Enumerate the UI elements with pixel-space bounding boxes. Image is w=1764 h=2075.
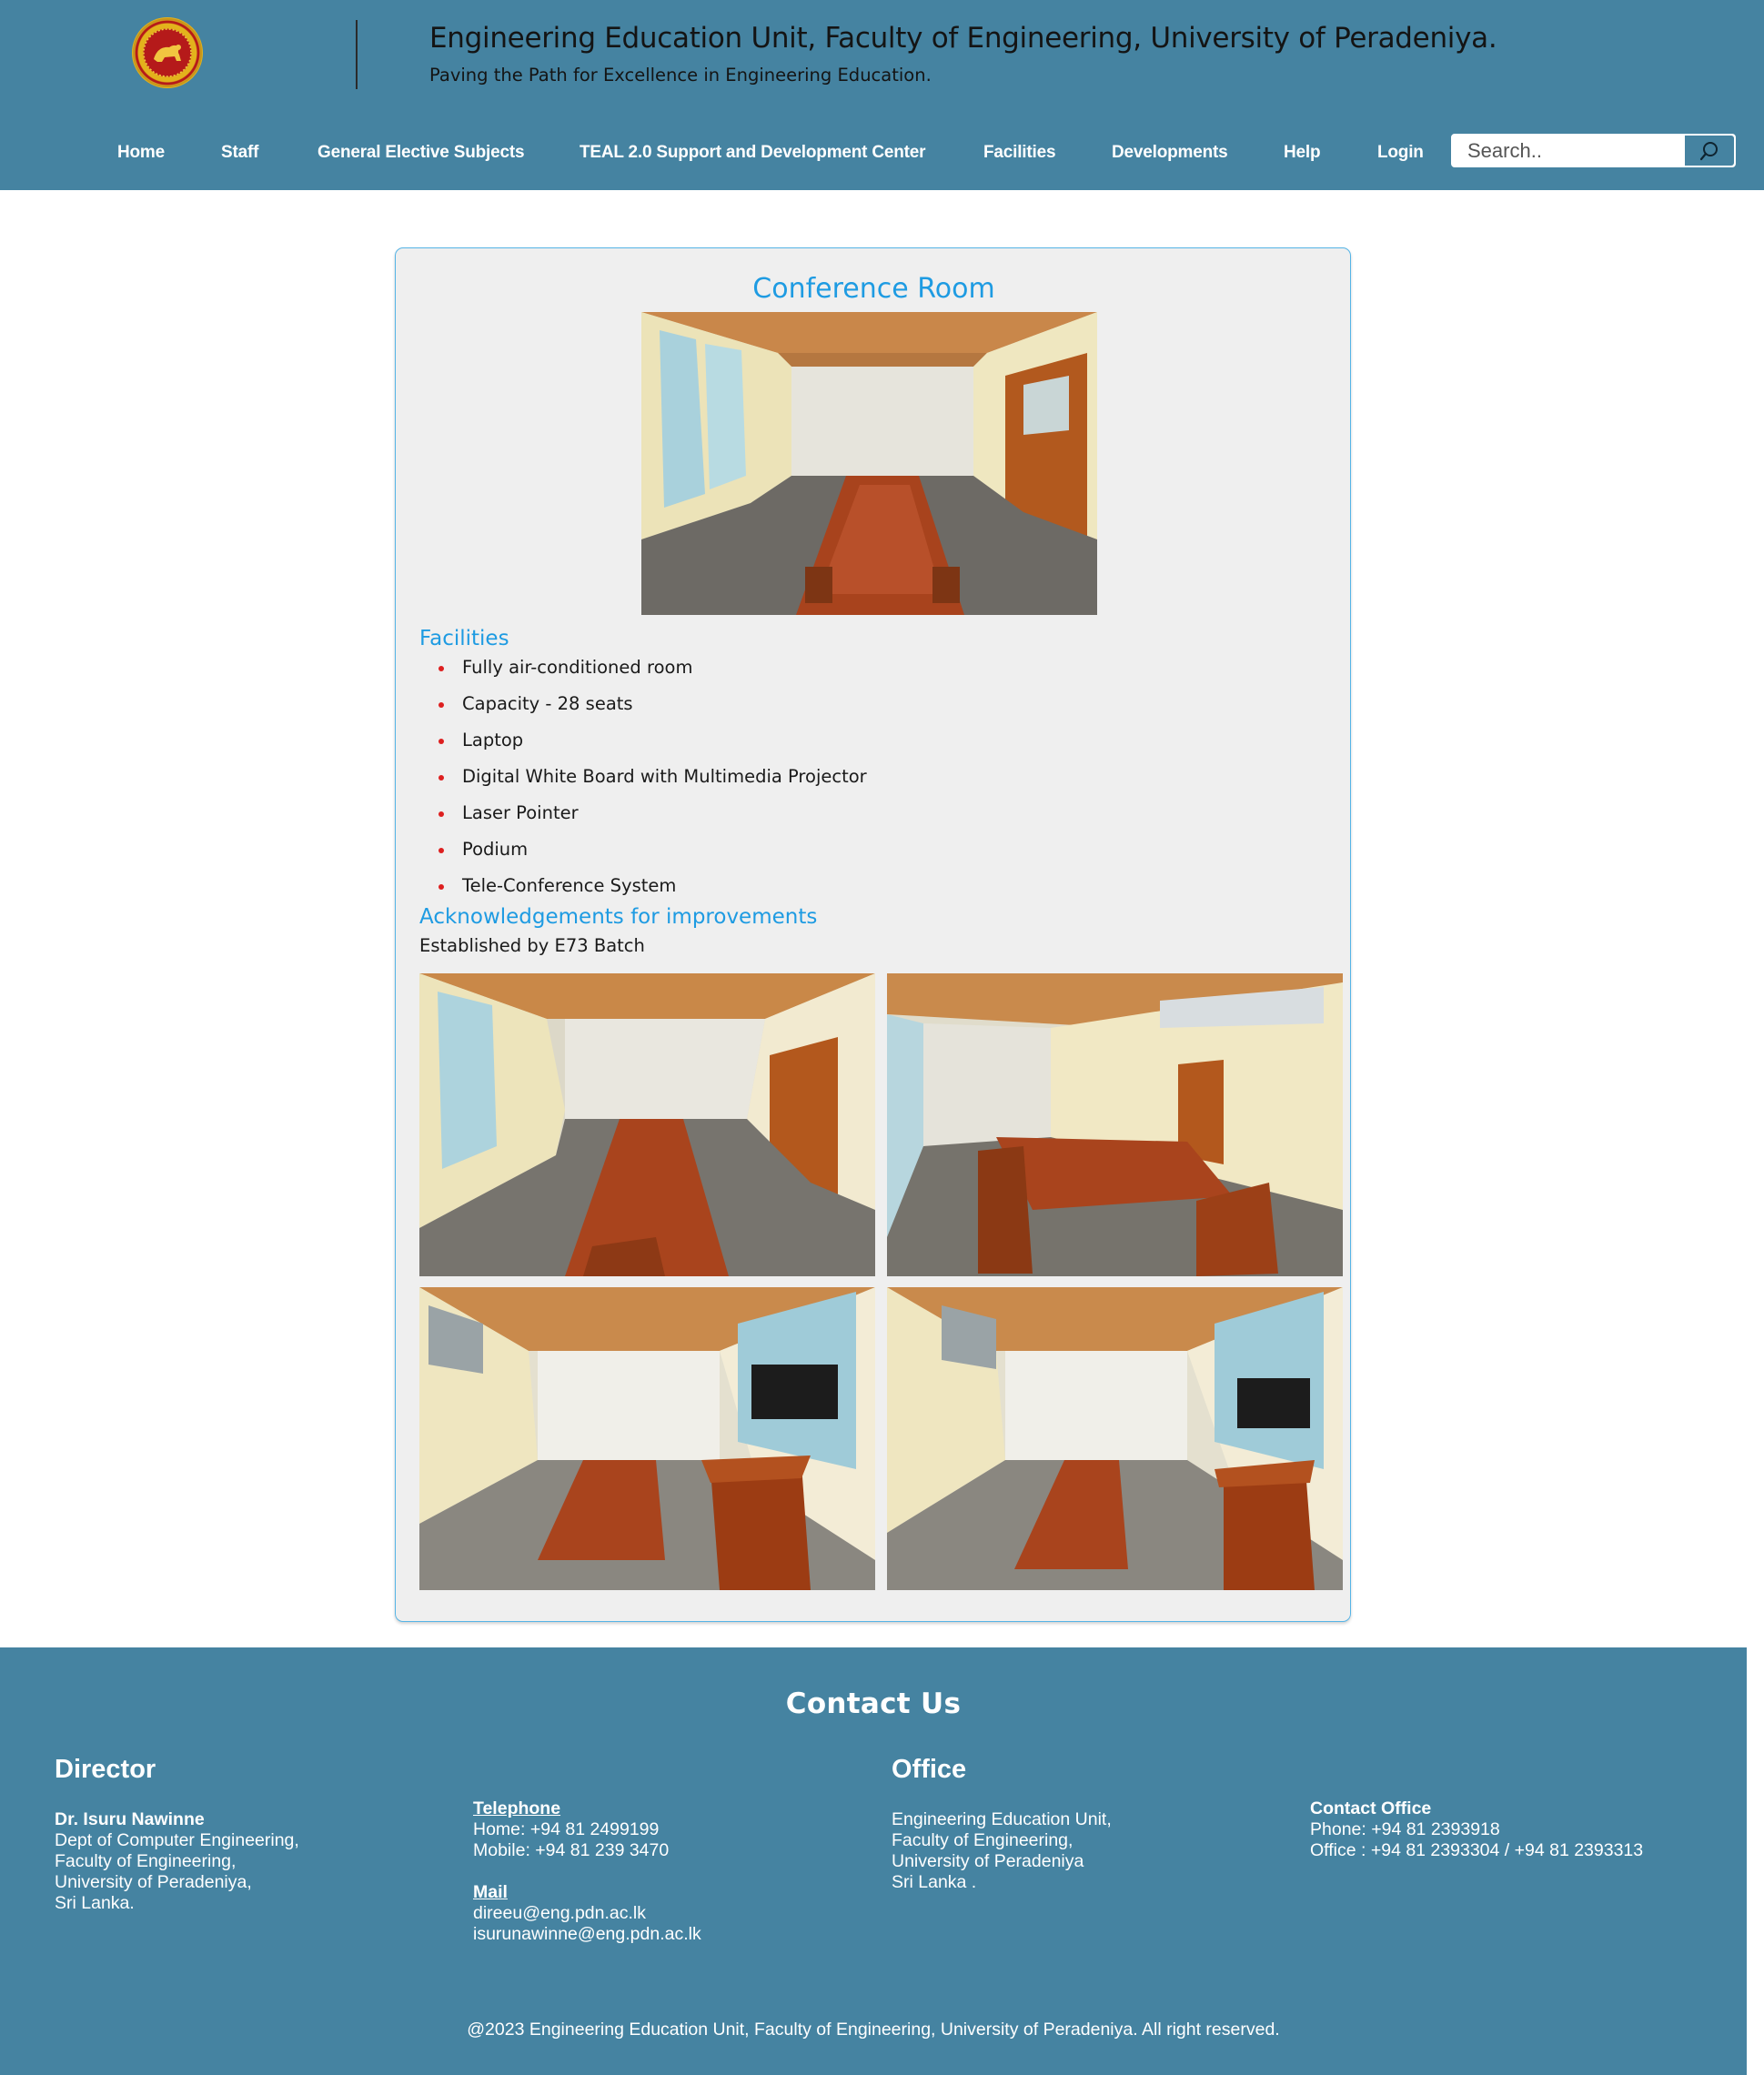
office-line: Engineering Education Unit, [892,1809,1112,1829]
telephone-mobile[interactable]: Mobile: +94 81 239 3470 [473,1840,669,1861]
site-title: Engineering Education Unit, Faculty of E… [429,22,1497,55]
mail-label: Mail [473,1882,508,1902]
director-line: University of Peradeniya, [55,1872,252,1892]
facility-label: Laptop [462,730,524,750]
list-item: Fully air-conditioned room [419,650,867,686]
office-heading: Office [892,1755,967,1784]
list-item: Laser Pointer [419,795,867,831]
facility-label: Podium [462,839,529,860]
director-line: Faculty of Engineering, [55,1851,237,1871]
telephone-details: Telephone Home: +94 81 2499199 Mobile: +… [473,1798,669,1861]
gallery-photo-4 [887,1287,1343,1590]
search-input[interactable] [1453,136,1686,166]
nav-item-login[interactable]: Login [1377,143,1424,163]
office-details: Engineering Education Unit, Faculty of E… [892,1809,1112,1893]
facility-label: Laser Pointer [462,802,579,823]
list-item: Capacity - 28 seats [419,686,867,722]
mail-details: Mail direeu@eng.pdn.ac.lk isurunawinne@e… [473,1882,701,1945]
bullet-dot [438,848,444,853]
nav-item-staff[interactable]: Staff [221,143,258,163]
bullet-dot [438,811,444,817]
list-item: Tele-Conference System [419,868,867,904]
director-heading: Director [55,1755,156,1784]
site-header: Engineering Education Unit, Faculty of E… [0,0,1764,111]
university-logo[interactable] [132,17,203,88]
office-line: Sri Lanka . [892,1872,977,1892]
contact-office-label: Contact Office [1310,1798,1432,1818]
facility-label: Digital White Board with Multimedia Proj… [462,766,867,787]
nav-item-general-elective-subjects[interactable]: General Elective Subjects [318,143,525,163]
email-link[interactable]: isurunawinne@eng.pdn.ac.lk [473,1924,701,1945]
nav-item-help[interactable]: Help [1284,143,1321,163]
page-title: Conference Room [752,273,995,305]
director-line: Dept of Computer Engineering, [55,1830,299,1850]
office-line: Faculty of Engineering, [892,1830,1074,1850]
bullet-dot [438,666,444,671]
director-name: Dr. Isuru Nawinne [55,1809,205,1829]
facilities-list: Fully air-conditioned room Capacity - 28… [419,650,867,904]
conference-room-photo-main [641,312,1097,615]
gallery-photo-2 [887,973,1343,1276]
facilities-heading: Facilities [419,627,509,650]
contact-us-heading: Contact Us [785,1687,962,1720]
contact-office-phone[interactable]: Phone: +94 81 2393918 [1310,1819,1643,1840]
director-line: Sri Lanka. [55,1893,135,1913]
office-line: University of Peradeniya [892,1851,1084,1871]
list-item: Podium [419,831,867,868]
facility-label: Tele-Conference System [462,875,677,896]
contact-office-numbers[interactable]: Office : +94 81 2393304 / +94 81 2393313 [1310,1840,1643,1861]
nav-edge-strip [1747,111,1764,190]
copyright-text: @2023 Engineering Education Unit, Facult… [467,2020,1280,2040]
telephone-label: Telephone [473,1798,561,1818]
nav-item-teal-support-center[interactable]: TEAL 2.0 Support and Development Center [580,143,926,163]
director-details: Dr. Isuru Nawinne Dept of Computer Engin… [55,1809,299,1914]
telephone-home[interactable]: Home: +94 81 2499199 [473,1819,669,1840]
search-icon [1699,141,1718,160]
search-button[interactable] [1685,136,1734,166]
search-box [1451,134,1736,167]
site-footer: Contact Us Director Dr. Isuru Nawinne De… [0,1647,1747,2075]
acknowledgements-heading: Acknowledgements for improvements [419,905,818,929]
header-divider [356,20,358,89]
gallery-photo-3 [419,1287,875,1590]
nav-item-facilities[interactable]: Facilities [983,143,1056,163]
contact-office-details: Contact Office Phone: +94 81 2393918 Off… [1310,1798,1643,1861]
bullet-dot [438,775,444,781]
bullet-dot [438,702,444,708]
nav-item-home[interactable]: Home [117,143,165,163]
gallery-photo-1 [419,973,875,1276]
facility-label: Capacity - 28 seats [462,693,633,714]
nav-item-developments[interactable]: Developments [1112,143,1228,163]
facility-label: Fully air-conditioned room [462,657,693,678]
site-tagline: Paving the Path for Excellence in Engine… [429,65,932,86]
content-card: Conference Room Facilities Fully air-con… [395,247,1351,1622]
email-link[interactable]: direeu@eng.pdn.ac.lk [473,1903,701,1924]
bullet-dot [438,739,444,744]
list-item: Laptop [419,722,867,759]
list-item: Digital White Board with Multimedia Proj… [419,759,867,795]
acknowledgement-text: Established by E73 Batch [419,935,645,956]
bullet-dot [438,884,444,890]
